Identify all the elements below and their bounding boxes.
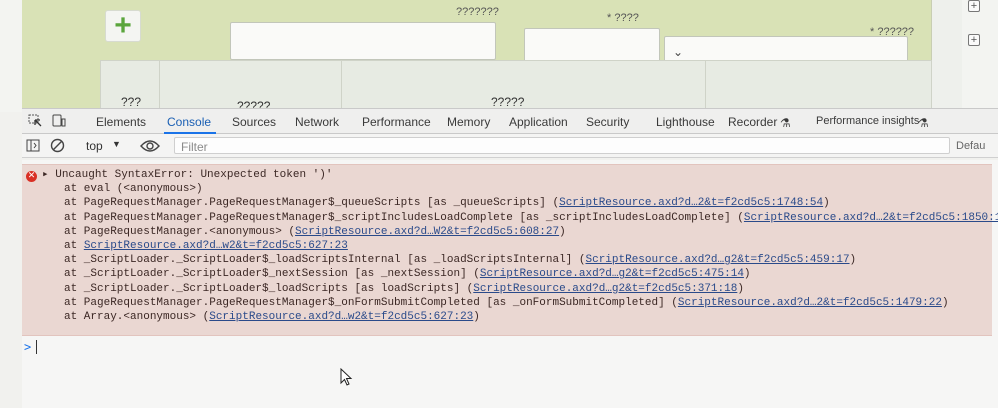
column-label-a: ??????? xyxy=(456,6,499,18)
table-header-cell: ????? xyxy=(491,95,525,109)
live-expression-eye-icon[interactable] xyxy=(140,139,160,153)
source-link[interactable]: ScriptResource.axd?d…2&t=f2cd5c5:1479:22 xyxy=(678,297,942,309)
tab-security[interactable]: Security xyxy=(586,115,629,129)
tab-elements[interactable]: Elements xyxy=(96,115,146,129)
stack-trace-line: at Array.<anonymous> (ScriptResource.axd… xyxy=(64,311,480,323)
source-link[interactable]: ScriptResource.axd?d…2&t=f2cd5c5:1850:14 xyxy=(744,212,998,224)
tab-console[interactable]: Console xyxy=(167,115,211,129)
source-link[interactable]: ScriptResource.axd?d…2&t=f2cd5c5:1748:54 xyxy=(559,197,823,209)
source-link[interactable]: ScriptResource.axd?d…g2&t=f2cd5c5:475:14 xyxy=(480,268,744,280)
error-icon: ✕ xyxy=(26,171,37,182)
tab-performance-insights[interactable]: Performance insights xyxy=(816,115,919,127)
expand-icon[interactable]: + xyxy=(968,34,980,46)
inspect-element-icon[interactable] xyxy=(28,114,42,127)
source-link[interactable]: ScriptResource.axd?d…W2&t=f2cd5c5:608:27 xyxy=(295,226,559,238)
stack-trace-line: at PageRequestManager.PageRequestManager… xyxy=(64,296,949,309)
devtools-panel: Elements Console Sources Network Perform… xyxy=(22,108,998,408)
console-prompt-icon: > xyxy=(24,340,32,354)
devtools-tab-bar: Elements Console Sources Network Perform… xyxy=(22,108,998,134)
log-level-selector[interactable]: Defau xyxy=(956,140,985,152)
dropdown-arrow-icon[interactable]: ▼ xyxy=(112,139,121,149)
error-message-line[interactable]: ▸ Uncaught SyntaxError: Unexpected token… xyxy=(42,169,332,182)
expand-icon[interactable]: + xyxy=(968,0,980,12)
tab-lighthouse[interactable]: Lighthouse xyxy=(656,115,715,129)
flask-icon: ⚗ xyxy=(918,116,929,130)
tab-memory[interactable]: Memory xyxy=(447,115,490,129)
tab-sources[interactable]: Sources xyxy=(232,115,276,129)
text-input-1[interactable] xyxy=(230,22,496,60)
clear-console-icon[interactable] xyxy=(50,138,65,153)
source-link[interactable]: ScriptResource.axd?d…w2&t=f2cd5c5:627:23 xyxy=(209,311,473,323)
mouse-cursor-icon xyxy=(340,368,353,386)
flask-icon: ⚗ xyxy=(780,116,791,130)
context-selector[interactable]: top xyxy=(86,139,103,153)
table-header-cell: ??? xyxy=(121,95,142,109)
source-link[interactable]: ScriptResource.axd?d…g2&t=f2cd5c5:459:17 xyxy=(586,254,850,266)
console-toolbar: top ▼ Defau xyxy=(22,134,998,158)
stack-trace-line: at PageRequestManager.<anonymous> (Scrip… xyxy=(64,225,566,238)
console-output: ✕ ▸ Uncaught SyntaxError: Unexpected tok… xyxy=(22,160,998,408)
column-label-b: * ???? xyxy=(607,12,639,24)
stack-trace-line: at PageRequestManager.PageRequestManager… xyxy=(64,197,830,210)
tab-performance[interactable]: Performance xyxy=(362,115,431,129)
error-message-block: ✕ ▸ Uncaught SyntaxError: Unexpected tok… xyxy=(22,164,998,336)
sidebar-toggle-icon[interactable] xyxy=(26,139,40,152)
plus-icon: + xyxy=(114,9,132,42)
web-page: + ??????? * ???? * ?????? ⌄ ??? ????? ??… xyxy=(0,0,998,121)
source-link[interactable]: ScriptResource.axd?d…w2&t=f2cd5c5:627:23 xyxy=(84,240,348,252)
stack-trace-line: at _ScriptLoader._ScriptLoader$_loadScri… xyxy=(64,254,857,267)
tab-recorder[interactable]: Recorder xyxy=(728,115,777,129)
source-link[interactable]: ScriptResource.axd?d…g2&t=f2cd5c5:371:18 xyxy=(473,283,737,295)
stack-trace-line: at ScriptResource.axd?d…w2&t=f2cd5c5:627… xyxy=(64,240,348,252)
console-input-caret[interactable] xyxy=(36,340,37,354)
form-panel: + ??????? * ???? * ?????? ⌄ ??? ????? ??… xyxy=(22,0,932,121)
add-button[interactable]: + xyxy=(105,10,141,42)
table-header: ??? ????? ????? (????) ?????? xyxy=(100,60,932,121)
tab-network[interactable]: Network xyxy=(295,115,339,129)
chevron-down-icon: ⌄ xyxy=(673,45,684,59)
device-toolbar-icon[interactable] xyxy=(52,114,66,127)
stack-trace-line: at _ScriptLoader._ScriptLoader$_nextSess… xyxy=(64,268,751,281)
filter-input[interactable] xyxy=(175,139,949,155)
filter-box xyxy=(174,137,950,155)
stack-trace-line: at eval (<anonymous>) xyxy=(64,183,203,196)
right-side-strip: + + xyxy=(962,0,998,112)
tab-application[interactable]: Application xyxy=(509,115,568,129)
stack-trace-line: at _ScriptLoader._ScriptLoader$_loadScri… xyxy=(64,282,744,295)
page-left-margin xyxy=(0,0,22,112)
stack-trace-line: at PageRequestManager.PageRequestManager… xyxy=(64,212,998,225)
